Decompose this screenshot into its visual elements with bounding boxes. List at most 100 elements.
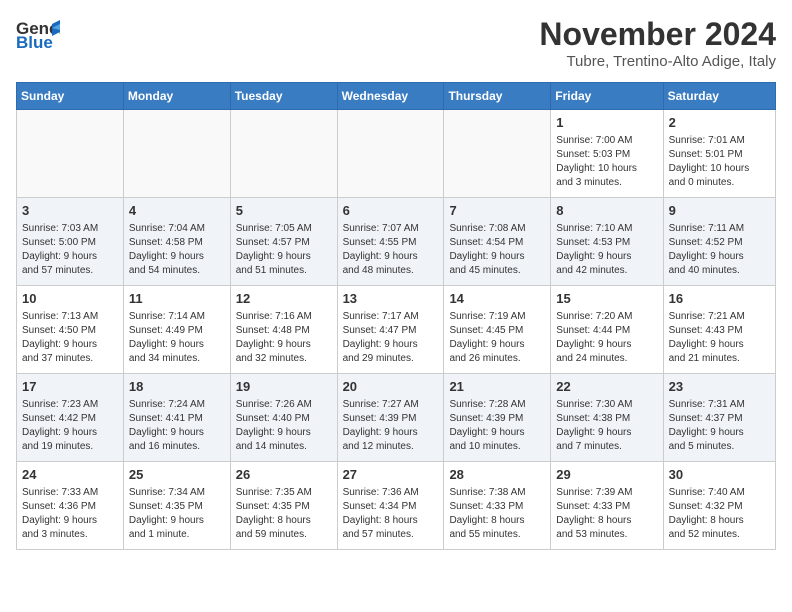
day-info: Sunset: 4:33 PM xyxy=(449,500,545,514)
day-number: 24 xyxy=(22,466,118,484)
day-info: and 59 minutes. xyxy=(236,528,332,542)
day-info: Sunset: 4:34 PM xyxy=(343,500,439,514)
day-info: Sunset: 4:39 PM xyxy=(343,412,439,426)
day-info: Sunset: 4:41 PM xyxy=(129,412,225,426)
day-info: Daylight: 9 hours xyxy=(449,338,545,352)
day-info: and 0 minutes. xyxy=(669,176,770,190)
day-info: Sunset: 4:48 PM xyxy=(236,324,332,338)
day-info: Sunrise: 7:40 AM xyxy=(669,486,770,500)
day-info: Sunset: 4:42 PM xyxy=(22,412,118,426)
day-info: Sunset: 4:55 PM xyxy=(343,236,439,250)
calendar-cell xyxy=(123,110,230,198)
day-info: Daylight: 8 hours xyxy=(343,514,439,528)
calendar-cell: 18Sunrise: 7:24 AMSunset: 4:41 PMDayligh… xyxy=(123,374,230,462)
calendar-cell: 19 Sunrise: 7:26 AMSunset: 4:40 PMDayligh… xyxy=(230,374,337,462)
day-info: and 48 minutes. xyxy=(343,264,439,278)
logo: General Blue xyxy=(16,16,60,52)
day-info: Daylight: 9 hours xyxy=(236,338,332,352)
calendar-cell: 29Sunrise: 7:39 AMSunset: 4:33 PMDayligh… xyxy=(551,462,663,550)
calendar-cell: 21Sunrise: 7:28 AMSunset: 4:39 PMDayligh… xyxy=(444,374,551,462)
day-info: Sunset: 5:00 PM xyxy=(22,236,118,250)
day-info: Sunset: 4:49 PM xyxy=(129,324,225,338)
day-info: Sunset: 4:33 PM xyxy=(556,500,657,514)
day-info: and 7 minutes. xyxy=(556,440,657,454)
day-info: and 26 minutes. xyxy=(449,352,545,366)
day-number: 7 xyxy=(449,202,545,220)
day-info: Sunset: 5:03 PM xyxy=(556,148,657,162)
day-info: Daylight: 9 hours xyxy=(22,514,118,528)
day-number: 3 xyxy=(22,202,118,220)
day-info: and 5 minutes. xyxy=(669,440,770,454)
day-info: and 34 minutes. xyxy=(129,352,225,366)
day-number: 29 xyxy=(556,466,657,484)
calendar-cell: 24Sunrise: 7:33 AMSunset: 4:36 PMDayligh… xyxy=(17,462,124,550)
day-info: Daylight: 9 hours xyxy=(22,250,118,264)
day-number: 28 xyxy=(449,466,545,484)
day-info: Daylight: 9 hours xyxy=(129,426,225,440)
day-info: Sunrise: 7:36 AM xyxy=(343,486,439,500)
weekday-header-friday: Friday xyxy=(551,83,663,110)
day-info: Sunset: 4:50 PM xyxy=(22,324,118,338)
day-info: Sunset: 5:01 PM xyxy=(669,148,770,162)
calendar-cell: 1Sunrise: 7:00 AMSunset: 5:03 PMDaylight… xyxy=(551,110,663,198)
day-info: Sunset: 4:54 PM xyxy=(449,236,545,250)
day-info: Sunrise: 7:28 AM xyxy=(449,398,545,412)
day-info: Sunrise: 7:23 AM xyxy=(22,398,118,412)
day-info: and 54 minutes. xyxy=(129,264,225,278)
calendar-cell: 12Sunrise: 7:16 AMSunset: 4:48 PMDayligh… xyxy=(230,286,337,374)
day-info: Sunrise: 7:11 AM xyxy=(669,222,770,236)
day-info: and 37 minutes. xyxy=(22,352,118,366)
day-info: and 57 minutes. xyxy=(343,528,439,542)
day-info: Sunrise: 7:33 AM xyxy=(22,486,118,500)
day-info: Sunset: 4:40 PM xyxy=(236,412,332,426)
weekday-header-wednesday: Wednesday xyxy=(337,83,444,110)
calendar-cell: 20Sunrise: 7:27 AMSunset: 4:39 PMDayligh… xyxy=(337,374,444,462)
day-info: Sunrise: 7:01 AM xyxy=(669,134,770,148)
day-info: and 32 minutes. xyxy=(236,352,332,366)
calendar-cell: 9Sunrise: 7:11 AMSunset: 4:52 PMDaylight… xyxy=(663,198,775,286)
day-info: and 29 minutes. xyxy=(343,352,439,366)
calendar-cell: 30Sunrise: 7:40 AMSunset: 4:32 PMDayligh… xyxy=(663,462,775,550)
day-info: and 55 minutes. xyxy=(449,528,545,542)
day-number: 19 xyxy=(236,378,332,396)
calendar-cell: 26Sunrise: 7:35 AMSunset: 4:35 PMDayligh… xyxy=(230,462,337,550)
day-info: Sunrise: 7:21 AM xyxy=(669,310,770,324)
day-info: Daylight: 9 hours xyxy=(669,338,770,352)
calendar-cell: 27Sunrise: 7:36 AMSunset: 4:34 PMDayligh… xyxy=(337,462,444,550)
day-info: and 16 minutes. xyxy=(129,440,225,454)
calendar-cell: 25Sunrise: 7:34 AMSunset: 4:35 PMDayligh… xyxy=(123,462,230,550)
day-info: Daylight: 8 hours xyxy=(449,514,545,528)
day-info: Daylight: 8 hours xyxy=(669,514,770,528)
day-info: Daylight: 9 hours xyxy=(343,250,439,264)
day-info: Sunrise: 7:26 AM xyxy=(236,398,332,412)
day-info: Sunset: 4:52 PM xyxy=(669,236,770,250)
header: General Blue November 2024 Tubre, Trenti… xyxy=(16,16,776,70)
day-info: Daylight: 9 hours xyxy=(236,426,332,440)
day-info: Daylight: 9 hours xyxy=(669,250,770,264)
day-info: Daylight: 9 hours xyxy=(343,426,439,440)
day-info: and 53 minutes. xyxy=(556,528,657,542)
day-number: 17 xyxy=(22,378,118,396)
calendar-cell xyxy=(17,110,124,198)
day-info: Sunrise: 7:38 AM xyxy=(449,486,545,500)
day-info: Sunrise: 7:30 AM xyxy=(556,398,657,412)
day-info: Sunrise: 7:17 AM xyxy=(343,310,439,324)
day-info: Daylight: 9 hours xyxy=(129,250,225,264)
day-info: Daylight: 10 hours xyxy=(556,162,657,176)
day-info: and 3 minutes. xyxy=(22,528,118,542)
weekday-header-thursday: Thursday xyxy=(444,83,551,110)
day-number: 14 xyxy=(449,290,545,308)
day-info: Sunrise: 7:14 AM xyxy=(129,310,225,324)
day-info: Daylight: 9 hours xyxy=(556,426,657,440)
day-info: and 40 minutes. xyxy=(669,264,770,278)
day-info: Sunrise: 7:08 AM xyxy=(449,222,545,236)
day-info: and 45 minutes. xyxy=(449,264,545,278)
calendar-cell: 3Sunrise: 7:03 AMSunset: 5:00 PMDaylight… xyxy=(17,198,124,286)
weekday-header-saturday: Saturday xyxy=(663,83,775,110)
day-number: 23 xyxy=(669,378,770,396)
day-number: 12 xyxy=(236,290,332,308)
day-info: Sunset: 4:45 PM xyxy=(449,324,545,338)
day-info: Sunset: 4:39 PM xyxy=(449,412,545,426)
day-number: 26 xyxy=(236,466,332,484)
day-number: 25 xyxy=(129,466,225,484)
